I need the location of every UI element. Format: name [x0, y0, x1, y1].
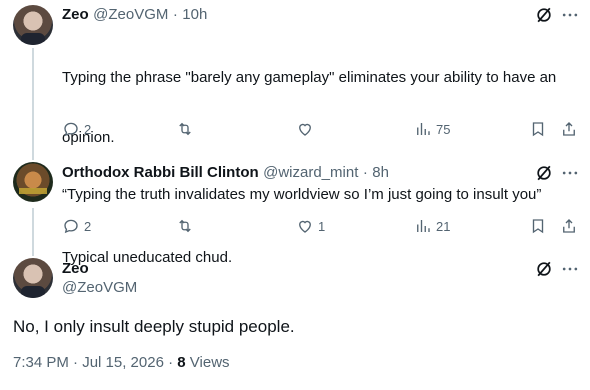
- author-name[interactable]: Zeo: [62, 6, 89, 23]
- author-handle[interactable]: @ZeoVGM: [62, 279, 137, 296]
- share-icon: [563, 219, 575, 233]
- bookmark-button[interactable]: [529, 120, 547, 138]
- views-icon: [417, 123, 430, 135]
- like-button[interactable]: 1: [296, 217, 325, 235]
- like-count: 1: [318, 218, 326, 234]
- separator: ·: [172, 6, 178, 23]
- tweet-text: “Typing the truth invalidates my worldvi…: [62, 186, 542, 203]
- views-button[interactable]: 75: [414, 120, 450, 138]
- views-button[interactable]: 21: [414, 217, 450, 235]
- author-handle[interactable]: @wizard_mint: [263, 164, 358, 181]
- like-icon: [299, 220, 311, 233]
- tweet-text-line: Typing the phrase "barely any gameplay" …: [62, 69, 557, 86]
- tweet-time[interactable]: 10h: [182, 6, 207, 23]
- reply-button[interactable]: 2: [62, 120, 91, 138]
- more-icon[interactable]: [560, 5, 580, 30]
- like-icon: [299, 123, 311, 136]
- grok-icon[interactable]: [534, 259, 554, 284]
- tweet-header: Zeo @ZeoVGM · 10h: [62, 6, 207, 24]
- like-button[interactable]: [296, 120, 314, 138]
- reply-count: 2: [84, 218, 92, 234]
- views-label: Views: [189, 354, 230, 371]
- main-author: Zeo @ZeoVGM: [62, 260, 137, 296]
- timestamp[interactable]: 7:34 PM · Jul 15, 2026 ·: [13, 354, 173, 371]
- avatar[interactable]: [13, 5, 53, 45]
- thread-line: [32, 208, 34, 256]
- retweet-icon: [179, 219, 191, 233]
- bookmark-icon: [532, 219, 544, 234]
- separator: ·: [362, 164, 368, 181]
- tweet-header: Orthodox Rabbi Bill Clinton @wizard_mint…: [62, 164, 389, 182]
- retweet-button[interactable]: [176, 217, 194, 235]
- tweet-text-line: Typical uneducated chud.: [62, 249, 233, 266]
- author-name[interactable]: Orthodox Rabbi Bill Clinton: [62, 164, 259, 181]
- views-count: 8: [177, 354, 186, 371]
- share-icon: [563, 122, 575, 136]
- views-count: 75: [436, 121, 451, 137]
- tweet-text-line: opinion.: [62, 129, 115, 146]
- reply-icon: [64, 219, 78, 234]
- grok-icon[interactable]: [534, 5, 554, 30]
- views-count: 21: [436, 218, 451, 234]
- avatar[interactable]: [13, 258, 53, 298]
- reply-icon: [64, 122, 78, 137]
- reply-button[interactable]: 2: [62, 217, 91, 235]
- author-handle[interactable]: @ZeoVGM: [93, 6, 168, 23]
- more-icon[interactable]: [560, 259, 580, 284]
- bookmark-icon: [532, 122, 544, 137]
- retweet-button[interactable]: [176, 120, 194, 138]
- bookmark-button[interactable]: [529, 217, 547, 235]
- share-button[interactable]: [560, 217, 578, 235]
- main-tweet-text: No, I only insult deeply stupid people.: [13, 317, 295, 336]
- retweet-icon: [179, 122, 191, 136]
- tweet-meta: 7:34 PM · Jul 15, 2026 · 8 Views: [13, 354, 230, 371]
- views-icon: [417, 220, 430, 232]
- tweet-text: Typing the phrase "barely any gameplay" …: [62, 28, 577, 288]
- thread-line: [32, 48, 34, 160]
- reply-count: 2: [84, 121, 92, 137]
- share-button[interactable]: [560, 120, 578, 138]
- tweet-time[interactable]: 8h: [372, 164, 389, 181]
- author-name[interactable]: Zeo: [62, 260, 137, 277]
- avatar[interactable]: [13, 162, 53, 202]
